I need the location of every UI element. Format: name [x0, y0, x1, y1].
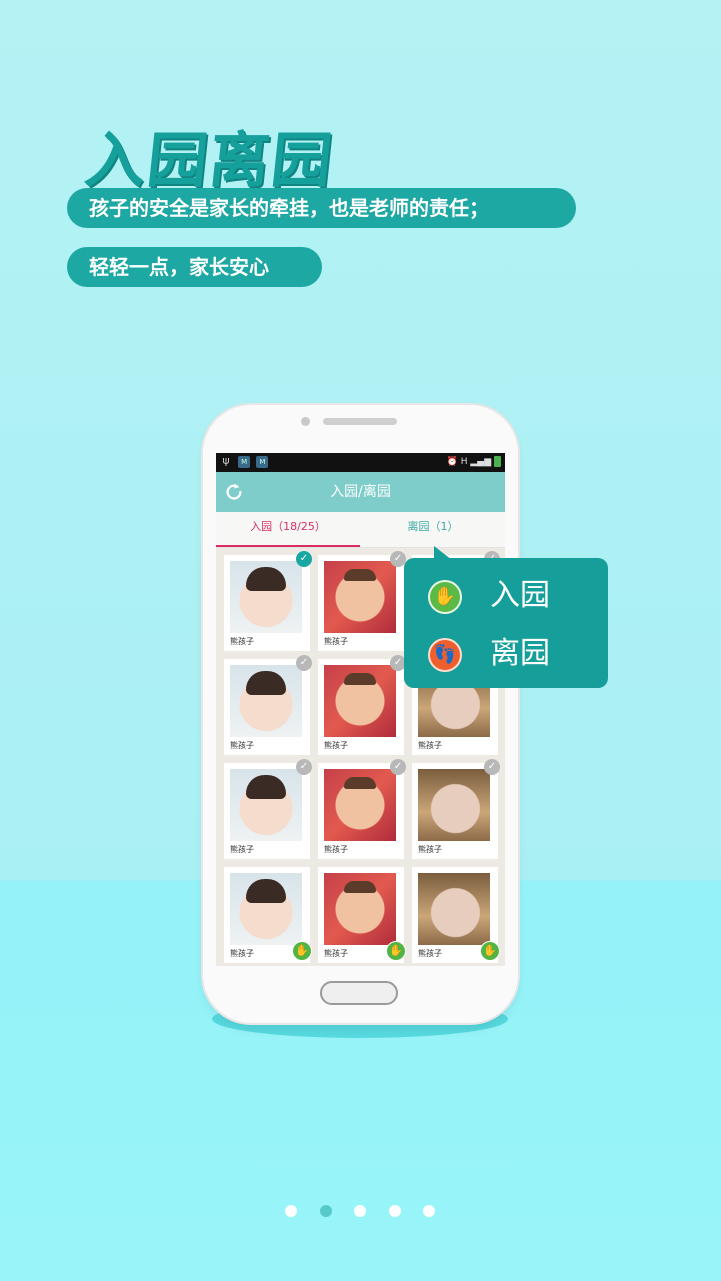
page-dot[interactable] [319, 1205, 332, 1217]
student-name: 熊孩子 [230, 845, 254, 854]
notification-icon: M [256, 456, 269, 468]
student-card[interactable]: 熊孩子✓ [318, 655, 406, 755]
tab-leave[interactable]: 离园（1） [361, 512, 505, 547]
student-photo [324, 873, 396, 945]
hand-icon: ✋ [428, 580, 462, 614]
student-card[interactable]: 熊孩子 ✋ [224, 867, 312, 963]
check-icon[interactable]: ✓ [296, 655, 312, 671]
student-name: 熊孩子 [230, 949, 254, 958]
camera-icon [301, 417, 310, 426]
student-name: 熊孩子 [230, 637, 254, 646]
student-name: 熊孩子 [324, 741, 348, 750]
student-photo [230, 665, 302, 737]
student-card[interactable]: 熊孩子✓ [318, 551, 406, 651]
hand-icon: ✋ [292, 941, 312, 961]
student-card[interactable]: 熊孩子 ✓ [224, 759, 312, 859]
phone-mockup: ψ M M ⏰ H ▂▄▆ 入园/离园 入园（18/25） 离园（1） 熊孩子 ✓… [203, 405, 518, 1023]
page-dot[interactable] [285, 1205, 297, 1217]
student-name: 熊孩子 [324, 637, 348, 646]
tagline-2: 轻轻一点，家长安心 [67, 247, 322, 287]
app-title: 入园/离园 [330, 484, 391, 500]
student-name: 熊孩子 [230, 741, 254, 750]
notification-icon: M [238, 456, 251, 468]
student-name: 熊孩子 [324, 845, 348, 854]
hero-title: 入园离园 [81, 126, 338, 196]
footprint-icon: 👣 [428, 638, 462, 672]
page-dot[interactable] [423, 1205, 435, 1217]
check-icon[interactable]: ✓ [390, 759, 406, 775]
battery-icon [494, 456, 501, 467]
check-icon[interactable]: ✓ [296, 759, 312, 775]
student-card[interactable]: 熊孩子 ✓ [412, 759, 500, 859]
phone-screen: ψ M M ⏰ H ▂▄▆ 入园/离园 入园（18/25） 离园（1） 熊孩子 ✓… [216, 453, 505, 966]
tab-bar: 入园（18/25） 离园（1） [216, 512, 505, 548]
student-name: 熊孩子 [418, 949, 442, 958]
usb-icon: ψ [222, 454, 230, 467]
hand-icon: ✋ [386, 941, 406, 961]
page-dot[interactable] [388, 1205, 401, 1217]
app-bar: 入园/离园 [216, 472, 505, 512]
student-card[interactable]: 熊孩子 ✓ [224, 551, 312, 651]
check-icon[interactable]: ✓ [296, 551, 312, 567]
page-dot[interactable] [354, 1205, 366, 1217]
hand-icon: ✋ [480, 941, 500, 961]
student-name: 熊孩子 [418, 741, 442, 750]
status-bar: ψ M M ⏰ H ▂▄▆ [216, 453, 505, 472]
tab-arrive[interactable]: 入园（18/25） [216, 512, 360, 547]
alarm-icon: ⏰ [446, 457, 458, 467]
student-photo [230, 769, 302, 841]
popup-item-label: 离园 [490, 636, 550, 671]
student-photo [324, 769, 396, 841]
student-photo [418, 769, 490, 841]
student-photo [230, 873, 302, 945]
action-popup: ✋ 入园 👣 离园 [404, 546, 608, 688]
tagline-1: 孩子的安全是家长的牵挂，也是老师的责任； [67, 188, 576, 228]
student-name: 熊孩子 [418, 845, 442, 854]
home-button[interactable] [320, 981, 398, 1005]
popup-item-label: 入园 [490, 578, 550, 613]
check-icon[interactable]: ✓ [484, 759, 500, 775]
speaker-grille [323, 418, 397, 425]
student-name: 熊孩子 [324, 949, 348, 958]
network-type: H [460, 457, 468, 467]
student-card[interactable]: 熊孩子 ✓ [224, 655, 312, 755]
student-card[interactable]: 熊孩子 ✋ [412, 867, 500, 963]
signal-bars-icon: ▂▄▆ [470, 457, 492, 467]
student-card[interactable]: 熊孩子 ✋ [318, 867, 406, 963]
student-photo [230, 561, 302, 633]
student-photo [324, 665, 396, 737]
student-card[interactable]: 熊孩子 ✓ [318, 759, 406, 859]
student-photo [418, 873, 490, 945]
student-photo [324, 561, 396, 633]
